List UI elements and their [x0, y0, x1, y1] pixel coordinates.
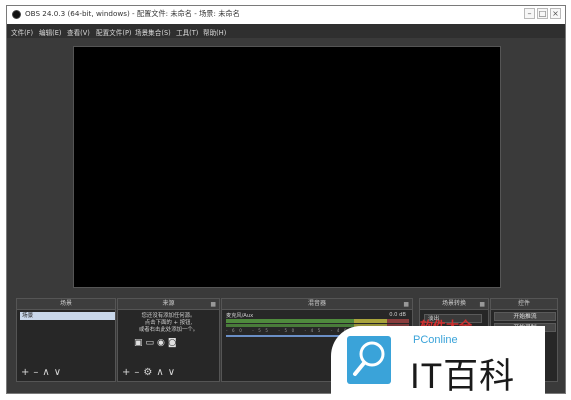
- mixer-channel-name: 麦克风/Aux: [226, 313, 254, 319]
- display-source-icon: ▭: [145, 338, 158, 348]
- empty-line-2: 点击下面的 + 按钮,: [144, 320, 193, 326]
- add-icon[interactable]: +: [122, 367, 134, 378]
- menu-profile[interactable]: 配置文件(P): [96, 27, 132, 37]
- scenes-title: 场景: [17, 299, 115, 310]
- empty-line-1: 您还没有添加任何源。: [141, 313, 196, 319]
- controls-title: 控件: [491, 299, 557, 310]
- watermark-small-text: PConline: [413, 334, 458, 346]
- sources-toolbar: +–⚙∧∨: [122, 367, 179, 378]
- menu-tools[interactable]: 工具(T): [176, 27, 198, 37]
- gear-icon[interactable]: ⚙: [143, 367, 156, 378]
- maximize-icon[interactable]: □: [537, 8, 548, 19]
- magnifier-logo-icon: [347, 336, 391, 384]
- menu-edit[interactable]: 编辑(E): [39, 27, 62, 37]
- pin-icon[interactable]: ■: [210, 300, 216, 310]
- empty-line-3: 或者右击此处添加一个。: [138, 327, 199, 333]
- sources-empty-message: 您还没有添加任何源。 点击下面的 + 按钮, 或者右击此处添加一个。: [122, 313, 215, 334]
- menu-scene-collection[interactable]: 场景集合(S): [135, 27, 171, 37]
- browser-source-icon: ◉: [157, 338, 168, 348]
- pin-icon[interactable]: ■: [479, 300, 485, 310]
- scenes-dock: 场景 场景 +–∧∨: [16, 298, 116, 382]
- down-icon[interactable]: ∨: [168, 367, 179, 378]
- preview-canvas[interactable]: [73, 46, 501, 288]
- mixer-title-text: 混音器: [307, 300, 326, 307]
- watermark-big-text: IT百科: [410, 357, 516, 396]
- down-icon[interactable]: ∨: [54, 367, 65, 378]
- up-icon[interactable]: ∧: [156, 367, 167, 378]
- close-icon[interactable]: ×: [550, 8, 561, 19]
- menu-help[interactable]: 帮助(H): [203, 27, 226, 37]
- source-type-icons: ▣▭◉◙: [134, 338, 180, 348]
- up-icon[interactable]: ∧: [42, 367, 53, 378]
- menu-bar: 文件(F) 编辑(E) 查看(V) 配置文件(P) 场景集合(S) 工具(T) …: [7, 24, 565, 38]
- transitions-title-text: 场景转换: [441, 300, 466, 307]
- image-source-icon: ▣: [134, 338, 146, 348]
- minimize-icon[interactable]: –: [524, 8, 535, 19]
- camera-source-icon: ◙: [167, 338, 180, 348]
- scenes-toolbar: +–∧∨: [21, 367, 65, 378]
- sources-title: 来源 ■: [118, 299, 219, 310]
- sources-title-text: 来源: [162, 300, 175, 307]
- sources-dock: 来源 ■ 您还没有添加任何源。 点击下面的 + 按钮, 或者右击此处添加一个。 ▣…: [117, 298, 220, 382]
- window-title: OBS 24.0.3 (64-bit, windows) - 配置文件: 未命名…: [25, 9, 240, 18]
- obs-logo-icon: [12, 10, 21, 19]
- pconline-watermark: PConline IT百科: [331, 326, 545, 396]
- menu-file[interactable]: 文件(F): [11, 27, 33, 37]
- pin-icon[interactable]: ■: [403, 300, 409, 310]
- mixer-db-value: 0.0 dB: [389, 312, 406, 318]
- volume-meter: [226, 319, 409, 323]
- mixer-title: 混音器 ■: [222, 299, 412, 310]
- menu-view[interactable]: 查看(V): [67, 27, 90, 37]
- title-bar: OBS 24.0.3 (64-bit, windows) - 配置文件: 未命名…: [7, 6, 565, 25]
- add-icon[interactable]: +: [21, 367, 33, 378]
- scene-list-item[interactable]: 场景: [20, 312, 115, 320]
- transitions-title: 场景转换 ■: [420, 299, 488, 310]
- start-streaming-button[interactable]: 开始推流: [494, 312, 556, 321]
